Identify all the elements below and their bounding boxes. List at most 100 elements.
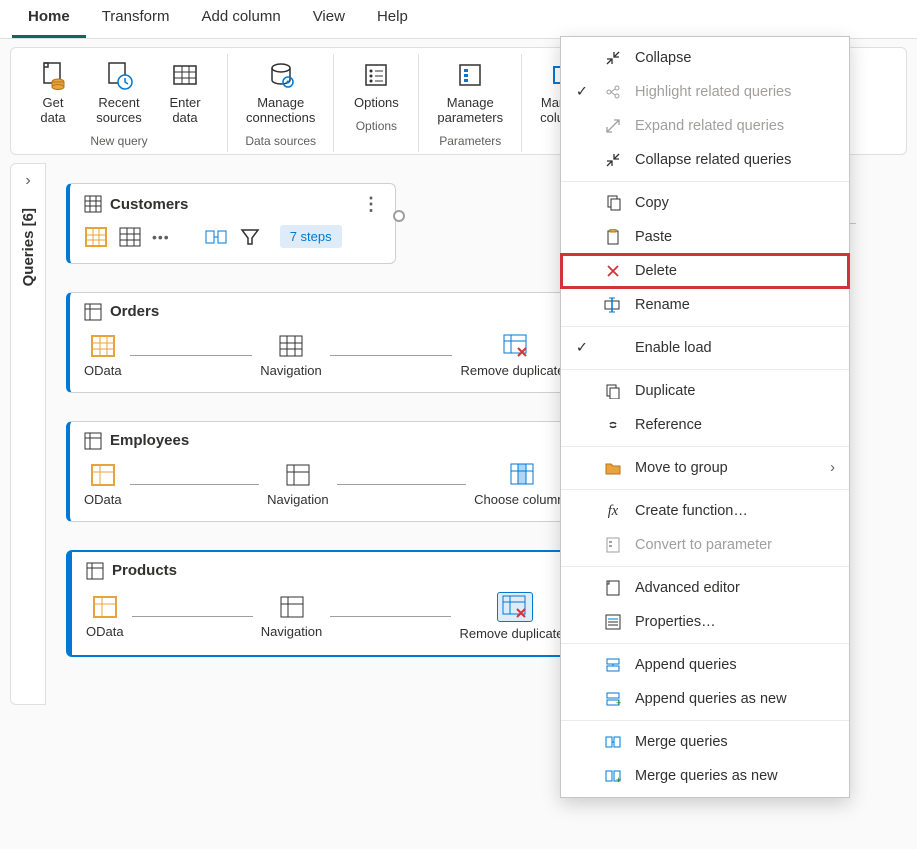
- recent-sources-icon: [102, 58, 136, 92]
- editor-icon: [603, 578, 623, 598]
- menu-paste[interactable]: Paste: [561, 220, 849, 254]
- step-connector: [130, 484, 260, 485]
- query-card-customers[interactable]: Customers ⋮ ••• 7 steps: [66, 183, 396, 264]
- step-odata[interactable]: OData: [84, 462, 122, 507]
- menu-merge-queries-new[interactable]: +Merge queries as new: [561, 759, 849, 793]
- options-label: Options: [354, 96, 399, 111]
- delete-icon: [603, 261, 623, 281]
- function-icon: fx: [603, 501, 623, 521]
- ribbon-group-data-sources: Manage connections Data sources: [228, 54, 334, 152]
- odata-icon: [84, 225, 108, 249]
- menu-enable-load[interactable]: ✓Enable load: [561, 331, 849, 365]
- menu-convert-parameter[interactable]: Convert to parameter: [561, 528, 849, 562]
- tab-add-column[interactable]: Add column: [185, 0, 296, 38]
- step-navigation[interactable]: Navigation: [267, 462, 328, 507]
- parameter-icon: [603, 535, 623, 555]
- menu-reference[interactable]: Reference: [561, 408, 849, 442]
- recent-sources-label: Recent sources: [96, 96, 142, 126]
- enter-data-button[interactable]: Enter data: [157, 54, 213, 130]
- odata-icon: [92, 594, 118, 620]
- step-connector: [130, 355, 253, 356]
- options-icon: [359, 58, 393, 92]
- remove-duplicates-icon: [497, 592, 533, 622]
- step-odata[interactable]: OData: [84, 333, 122, 378]
- menu-delete[interactable]: Delete: [561, 254, 849, 288]
- merge-icon: [603, 732, 623, 752]
- menu-rename[interactable]: Rename: [561, 288, 849, 322]
- step-navigation[interactable]: Navigation: [260, 333, 321, 378]
- step-connector: [330, 355, 453, 356]
- table-icon: [86, 562, 104, 580]
- step-navigation[interactable]: Navigation: [261, 594, 322, 639]
- menu-move-to-group[interactable]: Move to group›: [561, 451, 849, 485]
- step-connector: [330, 616, 451, 617]
- tab-bar: Home Transform Add column View Help: [0, 0, 917, 39]
- append-icon: [603, 655, 623, 675]
- manage-parameters-label: Manage parameters: [437, 96, 503, 126]
- menu-expand-related[interactable]: Expand related queries: [561, 109, 849, 143]
- menu-append-queries[interactable]: Append queries: [561, 648, 849, 682]
- context-menu: Collapse ✓Highlight related queries Expa…: [560, 36, 850, 798]
- ellipsis-icon[interactable]: •••: [152, 229, 170, 245]
- menu-create-function[interactable]: fxCreate function…: [561, 494, 849, 528]
- output-node[interactable]: [393, 210, 405, 222]
- collapse-related-icon: [603, 150, 623, 170]
- menu-collapse[interactable]: Collapse: [561, 41, 849, 75]
- ribbon-group-new-query: Get data Recent sources Enter data New q…: [11, 54, 228, 152]
- query-card-products[interactable]: Products OData Navigation Remove duplica…: [66, 550, 586, 657]
- odata-icon: [90, 333, 116, 359]
- get-data-button[interactable]: Get data: [25, 54, 81, 130]
- submenu-arrow-icon: ›: [830, 460, 835, 476]
- query-card-orders[interactable]: Orders OData Navigation Remove duplicate…: [66, 292, 586, 393]
- ribbon-group-parameters: Manage parameters Parameters: [419, 54, 522, 152]
- query-card-employees[interactable]: Employees OData Navigation Choose column…: [66, 421, 586, 522]
- card-more-icon[interactable]: ⋮: [362, 194, 381, 215]
- expand-queries-icon[interactable]: ›: [25, 172, 30, 190]
- menu-collapse-related[interactable]: Collapse related queries: [561, 143, 849, 177]
- recent-sources-button[interactable]: Recent sources: [91, 54, 147, 130]
- tab-help[interactable]: Help: [361, 0, 424, 38]
- table-step-icon: [278, 333, 304, 359]
- merge-icon: [204, 225, 228, 249]
- merge-new-icon: +: [603, 766, 623, 786]
- menu-duplicate[interactable]: Duplicate: [561, 374, 849, 408]
- check-icon: ✓: [573, 340, 591, 356]
- query-title: Products: [112, 562, 177, 579]
- step-remove-duplicates[interactable]: Remove duplicates: [460, 333, 571, 378]
- step-choose-columns[interactable]: Choose columns: [474, 462, 571, 507]
- query-title: Customers: [110, 196, 188, 213]
- menu-append-queries-new[interactable]: +Append queries as new: [561, 682, 849, 716]
- menu-merge-queries[interactable]: Merge queries: [561, 725, 849, 759]
- steps-badge[interactable]: 7 steps: [280, 225, 342, 248]
- table-icon: [84, 432, 102, 450]
- ribbon-group-label-parameters: Parameters: [439, 134, 501, 152]
- step-odata[interactable]: OData: [86, 594, 124, 639]
- menu-properties[interactable]: Properties…: [561, 605, 849, 639]
- manage-parameters-button[interactable]: Manage parameters: [433, 54, 507, 130]
- queries-panel-title: Queries [6]: [20, 208, 37, 286]
- choose-columns-icon: [510, 462, 536, 488]
- rename-icon: [603, 295, 623, 315]
- table-icon: [84, 195, 102, 213]
- step-connector: [337, 484, 467, 485]
- paste-icon: [603, 227, 623, 247]
- menu-copy[interactable]: Copy: [561, 186, 849, 220]
- manage-parameters-icon: [453, 58, 487, 92]
- menu-highlight-related[interactable]: ✓Highlight related queries: [561, 75, 849, 109]
- tab-home[interactable]: Home: [12, 0, 86, 38]
- manage-connections-button[interactable]: Manage connections: [242, 54, 319, 130]
- odata-icon: [90, 462, 116, 488]
- menu-advanced-editor[interactable]: Advanced editor: [561, 571, 849, 605]
- enter-data-label: Enter data: [169, 96, 200, 126]
- tab-view[interactable]: View: [297, 0, 361, 38]
- properties-icon: [603, 612, 623, 632]
- manage-connections-icon: [264, 58, 298, 92]
- step-remove-duplicates[interactable]: Remove duplicates: [459, 592, 570, 641]
- expand-icon: [603, 116, 623, 136]
- copy-icon: [603, 193, 623, 213]
- manage-connections-label: Manage connections: [246, 96, 315, 126]
- get-data-label: Get data: [40, 96, 65, 126]
- options-button[interactable]: Options: [348, 54, 404, 115]
- tab-transform[interactable]: Transform: [86, 0, 186, 38]
- ribbon-group-options: Options Options: [334, 54, 419, 152]
